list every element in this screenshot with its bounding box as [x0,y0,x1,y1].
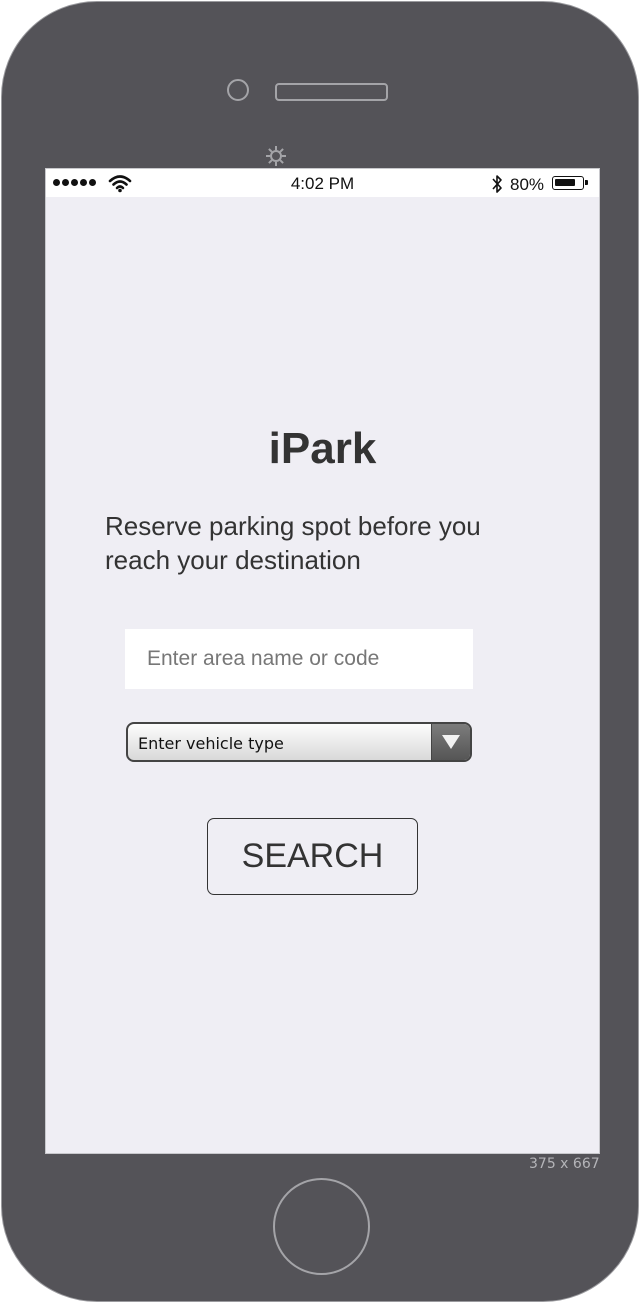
gear-icon[interactable] [264,144,288,168]
device-dimensions-label: 375 x 667 [529,1156,600,1172]
battery-level-fill [555,179,575,186]
speaker-grille [275,83,388,101]
vehicle-type-selected: Enter vehicle type [138,734,284,753]
battery-percent: 80% [510,175,545,194]
app-title: iPark [268,424,377,473]
area-search-input[interactable] [125,629,473,689]
search-button[interactable]: SEARCH [207,818,418,895]
home-button[interactable] [273,1178,370,1275]
vehicle-type-select[interactable]: Enter vehicle type [126,722,472,762]
camera-icon [227,79,249,101]
status-bar: 4:02 PM 80% [46,169,599,197]
phone-frame: 4:02 PM 80% iPark Reserve parking spot b… [1,1,639,1302]
app-tagline: Reserve parking spot before you reach yo… [105,511,481,575]
app-screen: 4:02 PM 80% iPark Reserve parking spot b… [45,168,600,1154]
battery-icon [552,176,588,190]
dropdown-button[interactable] [431,724,470,760]
triangle-down-icon [442,735,460,749]
bluetooth-icon [492,175,502,193]
